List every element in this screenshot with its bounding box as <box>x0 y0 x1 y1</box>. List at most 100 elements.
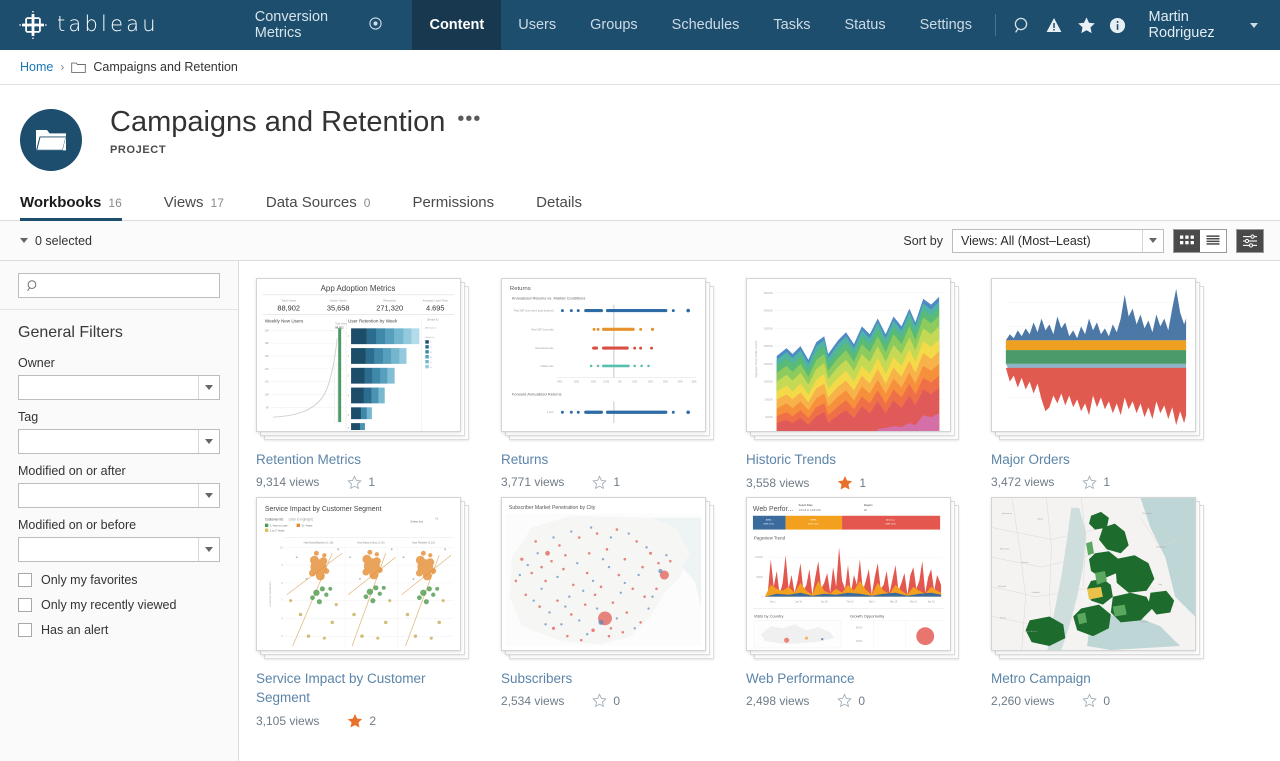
workbook-title-link[interactable]: Service Impact by Customer Segment <box>256 669 456 708</box>
nav-item-settings[interactable]: Settings <box>903 0 989 50</box>
nav-item-schedules[interactable]: Schedules <box>655 0 757 50</box>
nav-item-content[interactable]: Content <box>412 0 502 50</box>
svg-text:8K: 8K <box>266 406 269 409</box>
workbook-card[interactable]: App Adoption Metrics Total Users 88,902 … <box>256 278 501 491</box>
svg-text:88,902: 88,902 <box>335 325 344 329</box>
nav-item-groups[interactable]: Groups <box>573 0 655 50</box>
tab-workbooks[interactable]: Workbooks 16 <box>20 194 142 221</box>
filter-settings-icon[interactable] <box>1236 228 1264 253</box>
favorite-toggle[interactable]: 1 <box>347 474 375 490</box>
action-bar: 0 selected Sort by Views: All (Most–Leas… <box>0 221 1280 261</box>
svg-text:Region: Region <box>864 502 873 506</box>
svg-text:271,320: 271,320 <box>376 304 403 313</box>
only-my-favorites-checkbox[interactable]: Only my favorites <box>18 573 220 587</box>
web-performance-thumbnail[interactable]: Web Perfor... Select Date 1/1/16 to 12/3… <box>746 496 959 659</box>
search-icon[interactable] <box>1008 0 1038 50</box>
thumbnail-image: App Adoption Metrics Total Users 88,902 … <box>256 278 461 432</box>
svg-text:10K: 10K <box>265 393 270 396</box>
svg-text:Pageview Trend: Pageview Trend <box>754 535 786 540</box>
svg-text:100000: 100000 <box>765 416 774 419</box>
workbook-title-link[interactable]: Subscribers <box>501 669 701 689</box>
historic-trends-thumbnail[interactable]: 3500000 3000000 2500000 2000000 1500000 1000… <box>746 278 959 440</box>
svg-text:Growth Opportunity: Growth Opportunity <box>850 613 884 618</box>
workbook-title-link[interactable]: Returns <box>501 450 701 470</box>
workbook-title-link[interactable]: Metro Campaign <box>991 669 1191 689</box>
workbook-card[interactable]: Returns Annualized Returns vs. Market Co… <box>501 278 746 491</box>
svg-text:Edison: Edison <box>1000 617 1006 619</box>
svg-text:Web Perfor...: Web Perfor... <box>753 505 793 512</box>
nav-item-status[interactable]: Status <box>827 0 902 50</box>
favorite-toggle[interactable]: 0 <box>837 693 865 708</box>
tab-details[interactable]: Details <box>536 194 602 220</box>
modified-after-filter[interactable] <box>18 483 220 508</box>
selection-dropdown[interactable]: 0 selected <box>20 234 92 248</box>
grid-view-icon[interactable] <box>1174 229 1200 252</box>
favorite-toggle[interactable]: 1 <box>837 475 866 491</box>
svg-text:2000000: 2000000 <box>764 345 774 348</box>
nav-item-users[interactable]: Users <box>501 0 573 50</box>
list-view-icon[interactable] <box>1200 229 1226 252</box>
modified-before-filter[interactable] <box>18 537 220 562</box>
workbook-title-link[interactable]: Web Performance <box>746 669 946 689</box>
workbook-title-link[interactable]: Major Orders <box>991 450 1191 470</box>
svg-text:3000000: 3000000 <box>764 310 774 313</box>
svg-text:Feb 13: Feb 13 <box>846 601 854 603</box>
workbook-card[interactable]: 3500000 3000000 2500000 2000000 1500000 1000… <box>746 278 991 491</box>
site-picker[interactable]: Conversion Metrics <box>239 0 399 50</box>
favorite-toggle[interactable]: 0 <box>1082 693 1110 708</box>
only-my-recently-viewed-checkbox[interactable]: Only my recently viewed <box>18 598 220 612</box>
project-more-actions-button[interactable]: ••• <box>457 109 481 137</box>
brand-wordmark: tableau <box>57 11 159 36</box>
workbook-card[interactable]: Web Perfor... Select Date 1/1/16 to 12/3… <box>746 496 991 729</box>
svg-text:Returns: Returns <box>510 286 531 292</box>
has-an-alert-checkbox[interactable]: Has an alert <box>18 623 220 637</box>
workbook-card[interactable]: Service Impact by Customer Segment Custo… <box>256 496 501 729</box>
help-info-icon[interactable] <box>1103 0 1133 50</box>
workbook-title-link[interactable]: Retention Metrics <box>256 450 456 470</box>
workbook-card[interactable]: Subscriber Market Penetration by City Su… <box>501 496 746 729</box>
tableau-brand[interactable]: tableau <box>0 0 171 50</box>
retention-metrics-thumbnail[interactable]: App Adoption Metrics Total Users 88,902 … <box>256 278 469 440</box>
major-orders-thumbnail[interactable] <box>991 278 1204 440</box>
user-menu[interactable]: Martin Rodriguez <box>1135 9 1266 41</box>
svg-text:Real S&P Cons return (post-div: Real S&P Cons return (post-dividend) <box>514 310 554 313</box>
sort-by-select[interactable]: Views: All (Most–Least) <box>952 228 1164 253</box>
favorite-toggle[interactable]: 2 <box>347 713 376 729</box>
svg-text:EMEA: EMEA <box>810 518 817 521</box>
svg-text:Freeport: Freeport <box>1141 620 1149 623</box>
view-mode-toggle <box>1173 228 1227 253</box>
page-body: General Filters Owner Tag Modified on or… <box>0 261 1280 761</box>
breadcrumb-home-link[interactable]: Home <box>20 60 53 74</box>
chevron-down-icon <box>198 538 219 561</box>
svg-text:Customer for:: Customer for: <box>265 517 284 521</box>
favorites-star-icon[interactable] <box>1071 0 1101 50</box>
returns-thumbnail[interactable]: Returns Annualized Returns vs. Market Co… <box>501 278 714 440</box>
site-switch-icon <box>369 16 383 34</box>
workbook-card[interactable]: Haverstraw Nyack New Haven Morristown Newar… <box>991 496 1236 729</box>
favorite-star-outline-icon <box>347 474 363 489</box>
tab-data-sources[interactable]: Data Sources 0 <box>266 194 391 220</box>
search-input[interactable] <box>45 277 212 294</box>
tag-filter[interactable] <box>18 429 220 454</box>
svg-text:Jan 1: Jan 1 <box>770 601 776 603</box>
svg-text:Mar 31: Mar 31 <box>910 601 918 603</box>
subscribers-thumbnail[interactable]: Subscriber Market Penetration by City <box>501 496 714 659</box>
favorite-count: 2 <box>369 713 377 728</box>
metro-campaign-thumbnail[interactable]: Haverstraw Nyack New Haven Morristown Newar… <box>991 496 1204 659</box>
favorite-toggle[interactable]: 1 <box>592 474 620 490</box>
workbook-title-link[interactable]: Historic Trends <box>746 450 946 470</box>
service-impact-thumbnail[interactable]: Service Impact by Customer Segment Custo… <box>256 496 469 659</box>
search-box[interactable] <box>18 273 220 298</box>
thumbnail-image: Service Impact by Customer Segment Custo… <box>256 496 461 651</box>
alerts-icon[interactable] <box>1040 0 1070 50</box>
tab-views[interactable]: Views 17 <box>164 194 244 220</box>
svg-text:Elizabeth: Elizabeth <box>1032 590 1040 593</box>
favorite-toggle[interactable]: 1 <box>1082 474 1110 490</box>
svg-text:12K: 12K <box>265 381 270 384</box>
favorite-toggle[interactable]: 0 <box>592 693 620 708</box>
nav-item-tasks[interactable]: Tasks <box>756 0 827 50</box>
tab-permissions[interactable]: Permissions <box>412 194 514 220</box>
owner-filter[interactable] <box>18 375 220 400</box>
workbook-card[interactable]: Major Orders 3,472 views 1 <box>991 278 1236 491</box>
general-filters-section: General Filters Owner Tag Modified on or… <box>0 310 238 637</box>
